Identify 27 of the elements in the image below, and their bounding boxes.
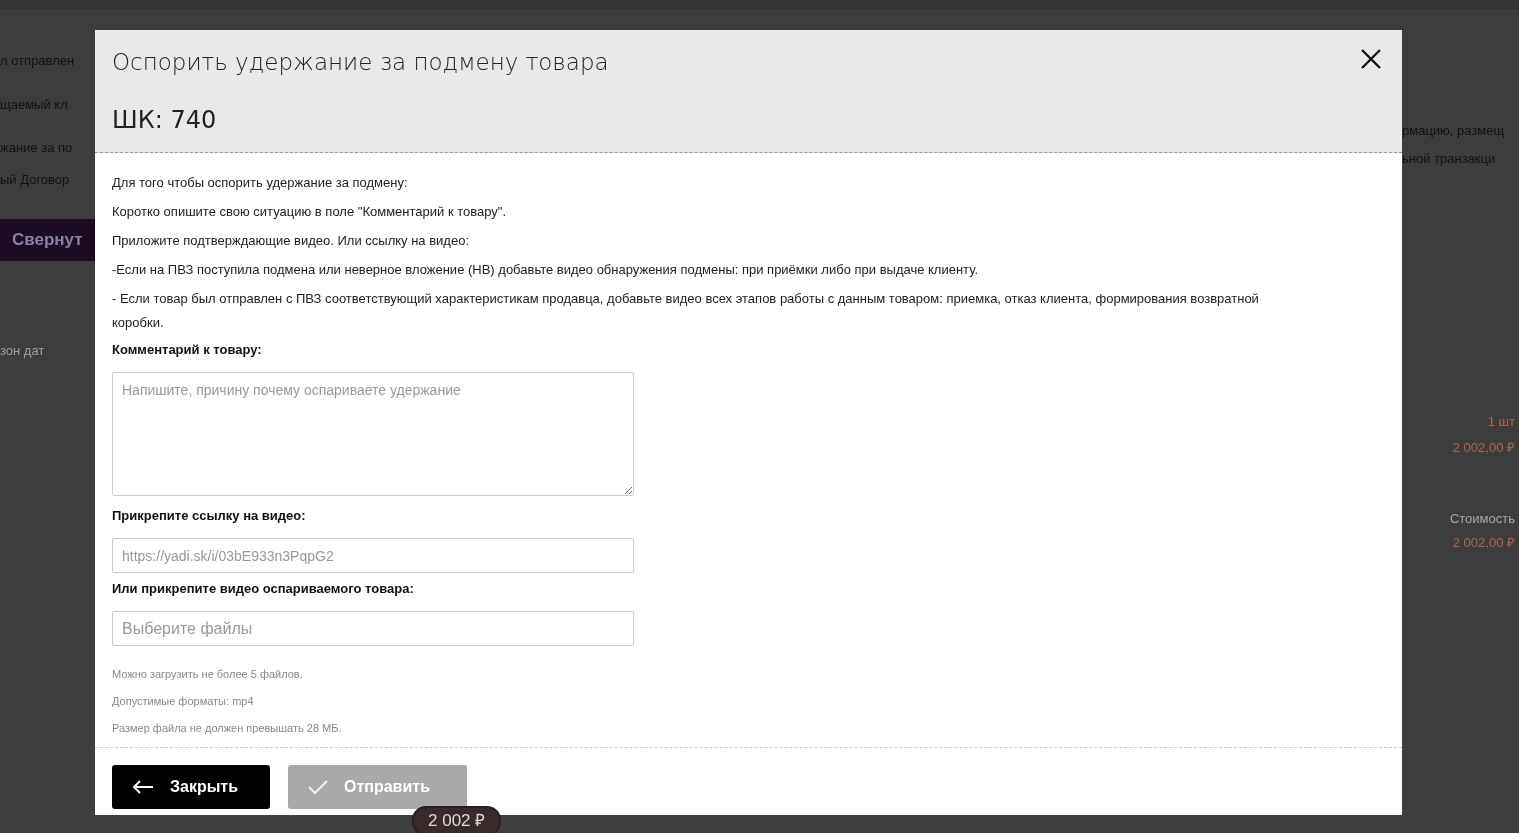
modal-title: Оспорить удержание за подмену товара xyxy=(112,48,609,77)
instruction-text: Для того чтобы оспорить удержание за подмену: xyxy=(112,174,409,192)
file-label: Или прикрепите видео оспариваемого товара: xyxy=(112,580,415,598)
comment-field[interactable]: Напишите, причину почему оспариваете удержание xyxy=(112,372,634,496)
instruction-text: Коротко опишите свою ситуацию в поле "Комментарий к товару". xyxy=(112,203,508,221)
instruction-text: Приложите подтверждающие видео. Или ссылку на видео: xyxy=(112,232,471,250)
barcode-text: ШК: 740 xyxy=(112,105,218,136)
close-button[interactable]: Закрыть xyxy=(112,765,270,809)
instruction-text: - Если товар был отправлен с ПВЗ соответствующий характеристикам продавца, добавьте видео всех этапов работы с данным товаром: приемка, отказ клиента, формирования возвратной коробки. xyxy=(112,290,1260,332)
date-field[interactable]: зон дат xyxy=(0,340,95,360)
hint-text: Размер файла не должен превышать 28 МБ. xyxy=(112,721,343,736)
link-field[interactable]: https://yadi.sk/i/03bE933n3PqpG2 xyxy=(112,538,634,573)
collapse-button[interactable]: Свернут xyxy=(0,219,95,261)
hint-text: Допустимые форматы: mp4 xyxy=(112,694,255,709)
link-label: Прикрепите ссылку на видео: xyxy=(112,507,307,525)
quantity-text: 1 шт xyxy=(1486,413,1516,431)
check-icon xyxy=(308,779,328,795)
price-tag: 2 002 ₽ xyxy=(412,806,502,833)
comment-label: Комментарий к товару: xyxy=(112,341,263,359)
close-icon xyxy=(1360,48,1382,70)
price-text: 2 002,00 ₽ xyxy=(1451,438,1516,457)
instruction-text: -Если на ПВЗ поступила подмена или неверное вложение (НВ) добавьте видео обнаружения подмены: при приёмки либо при выдаче клиенту. xyxy=(112,261,980,279)
cost-text: 2 002,00 ₽ xyxy=(1451,533,1516,552)
cost-label: Стоимость xyxy=(1448,510,1516,528)
arrow-left-icon xyxy=(132,780,154,794)
hint-text: Можно загрузить не более 5 файлов. xyxy=(112,667,304,682)
file-field[interactable]: Выберите файлы xyxy=(112,611,634,646)
